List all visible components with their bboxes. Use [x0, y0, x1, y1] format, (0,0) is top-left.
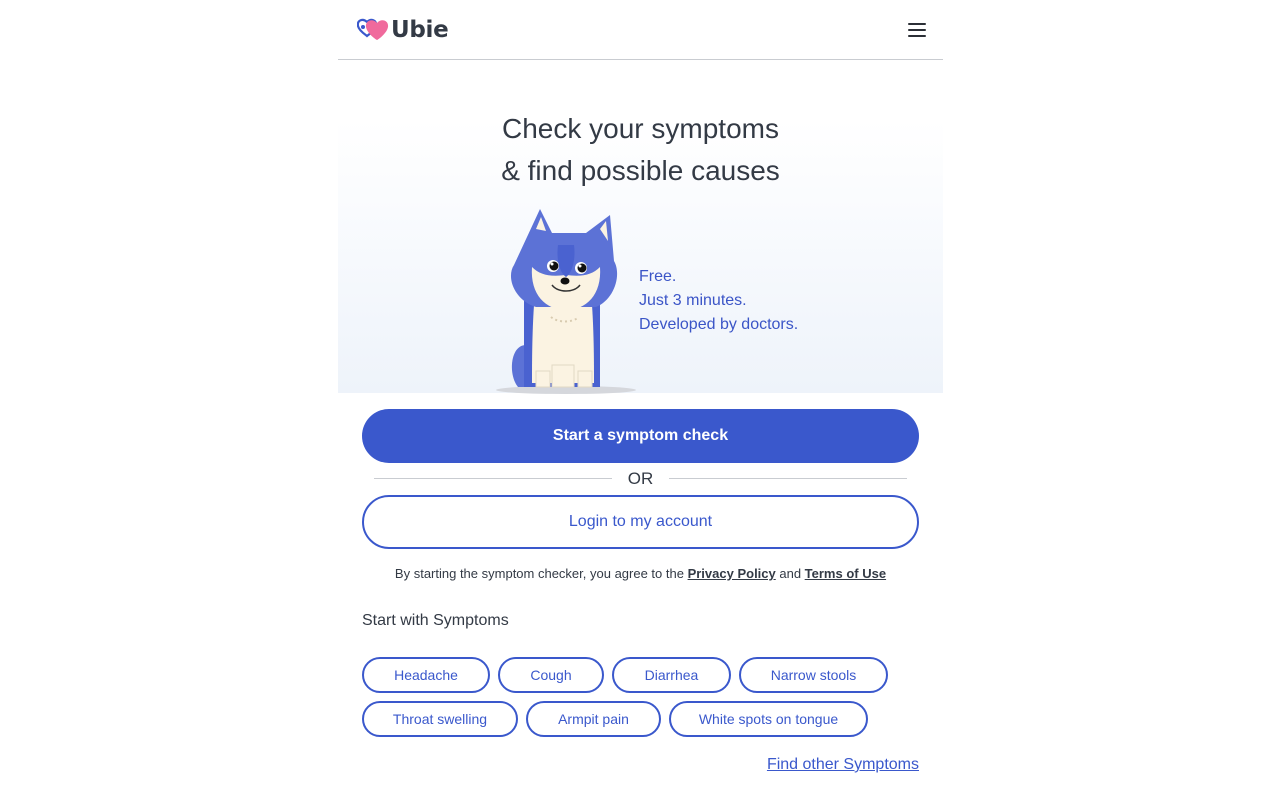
hero-title-line-2: & find possible causes: [501, 155, 780, 186]
agreement-and: and: [775, 566, 805, 581]
divider-line-right: [669, 478, 907, 479]
or-divider: OR: [374, 468, 907, 488]
or-label: OR: [627, 469, 654, 488]
hero-title: Check your symptoms & find possible caus…: [338, 108, 943, 192]
privacy-policy-link[interactable]: Privacy Policy: [688, 566, 776, 581]
wolf-mascot-icon: [496, 209, 636, 394]
feature-free: Free.: [639, 268, 677, 285]
symptom-chip-armpit-pain[interactable]: Armpit pain: [526, 701, 661, 737]
symptom-chip-headache[interactable]: Headache: [362, 657, 490, 693]
feature-doctors: Developed by doctors.: [639, 316, 799, 333]
header: Ubie: [338, 0, 943, 60]
hamburger-menu-icon[interactable]: [907, 22, 927, 38]
symptom-chip-white-spots-on-tongue[interactable]: White spots on tongue: [669, 701, 868, 737]
symptom-chip-diarrhea[interactable]: Diarrhea: [612, 657, 731, 693]
page: Ubie Check your symptoms & find possible…: [338, 0, 943, 800]
feature-list: Free. Just 3 minutes. Developed by docto…: [639, 265, 798, 337]
feature-duration: Just 3 minutes.: [639, 292, 747, 309]
terms-of-use-link[interactable]: Terms of Use: [805, 566, 886, 581]
symptoms-heading: Start with Symptoms: [362, 612, 509, 629]
login-button[interactable]: Login to my account: [362, 495, 919, 549]
logo[interactable]: Ubie: [357, 16, 449, 44]
logo-text: Ubie: [391, 17, 449, 43]
symptom-chip-narrow-stools[interactable]: Narrow stools: [739, 657, 888, 693]
agreement-text: By starting the symptom checker, you agr…: [338, 566, 943, 581]
symptom-chip-cough[interactable]: Cough: [498, 657, 604, 693]
start-symptom-check-button[interactable]: Start a symptom check: [362, 409, 919, 463]
heart-logo-icon: [357, 18, 389, 40]
hero-title-line-1: Check your symptoms: [502, 113, 779, 144]
find-other-symptoms-link[interactable]: Find other Symptoms: [767, 756, 919, 774]
hero-section: Check your symptoms & find possible caus…: [338, 60, 943, 394]
symptom-chip-throat-swelling[interactable]: Throat swelling: [362, 701, 518, 737]
agreement-prefix: By starting the symptom checker, you agr…: [394, 566, 688, 581]
